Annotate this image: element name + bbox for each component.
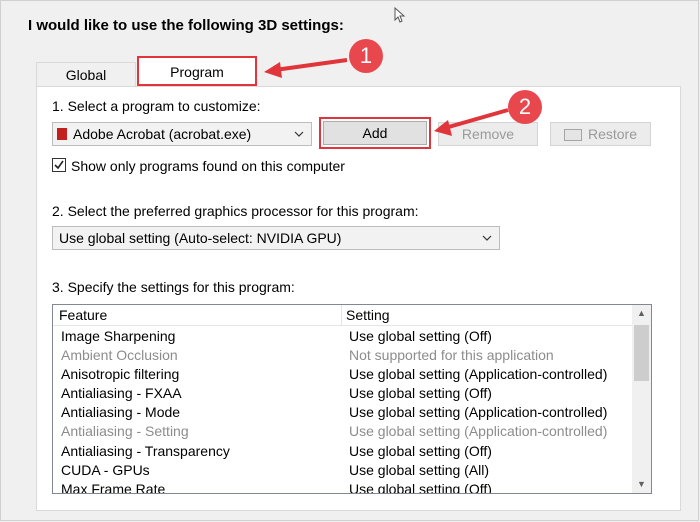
remove-button[interactable]: Remove: [438, 122, 538, 146]
feature-cell: CUDA - GPUs: [61, 462, 150, 478]
table-row[interactable]: CUDA - GPUs Use global setting (All): [53, 461, 633, 480]
feature-cell: Antialiasing - Transparency: [61, 443, 230, 459]
checkmark-icon: [53, 159, 65, 171]
tab-global-settings[interactable]: Global Settings: [36, 62, 136, 86]
scroll-up-arrow-icon[interactable]: ▲: [632, 305, 651, 322]
scrollbar-thumb[interactable]: [634, 325, 649, 381]
setting-cell: Use global setting (Off): [349, 385, 492, 401]
restore-button[interactable]: Restore: [550, 122, 651, 146]
annotation-badge-1: 1: [349, 39, 383, 73]
chevron-down-icon: [482, 235, 492, 241]
feature-cell: Antialiasing - Setting: [61, 423, 189, 439]
program-dropdown[interactable]: Adobe Acrobat (acrobat.exe): [52, 122, 312, 146]
table-row[interactable]: Ambient Occlusion Not supported for this…: [53, 346, 633, 365]
specify-settings-label: 3. Specify the settings for this program…: [52, 279, 295, 295]
setting-cell: Use global setting (Off): [349, 328, 492, 344]
show-only-programs-label: Show only programs found on this compute…: [71, 158, 345, 174]
setting-cell: Use global setting (Application-controll…: [349, 404, 607, 420]
nvidia-icon: [564, 129, 582, 141]
mouse-cursor-icon: [394, 7, 406, 23]
page-heading: I would like to use the following 3D set…: [28, 17, 344, 34]
table-row[interactable]: Anisotropic filtering Use global setting…: [53, 365, 633, 384]
setting-cell: Use global setting (All): [349, 462, 489, 478]
column-divider[interactable]: [341, 305, 342, 325]
setting-cell: Use global setting (Application-controll…: [349, 423, 607, 439]
gpu-dropdown-value: Use global setting (Auto-select: NVIDIA …: [59, 227, 341, 249]
select-gpu-label: 2. Select the preferred graphics process…: [52, 203, 419, 219]
setting-cell: Not supported for this application: [349, 347, 554, 363]
settings-list-header: Feature Setting: [53, 305, 633, 326]
setting-cell: Use global setting (Off): [349, 481, 492, 494]
program-dropdown-value: Adobe Acrobat (acrobat.exe): [73, 123, 251, 145]
select-program-label: 1. Select a program to customize:: [52, 98, 261, 114]
gpu-dropdown[interactable]: Use global setting (Auto-select: NVIDIA …: [52, 226, 500, 250]
chevron-down-icon: [294, 131, 304, 137]
table-row[interactable]: Max Frame Rate Use global setting (Off): [53, 480, 633, 494]
feature-cell: Max Frame Rate: [61, 481, 165, 494]
scroll-down-arrow-icon[interactable]: ▼: [632, 476, 651, 493]
column-header-feature[interactable]: Feature: [59, 307, 107, 323]
feature-cell: Ambient Occlusion: [61, 347, 178, 363]
table-row[interactable]: Antialiasing - Setting Use global settin…: [53, 422, 633, 441]
table-row[interactable]: Antialiasing - Mode Use global setting (…: [53, 403, 633, 422]
add-button[interactable]: Add: [323, 121, 427, 145]
annotation-badge-2: 2: [508, 90, 542, 124]
table-row[interactable]: Image Sharpening Use global setting (Off…: [53, 327, 633, 346]
pdf-icon: [57, 128, 67, 140]
feature-cell: Anisotropic filtering: [61, 366, 179, 382]
vertical-scrollbar[interactable]: ▲ ▼: [632, 305, 651, 493]
feature-cell: Antialiasing - Mode: [61, 404, 180, 420]
table-row[interactable]: Antialiasing - FXAA Use global setting (…: [53, 384, 633, 403]
tab-program-settings[interactable]: Program Settings: [137, 56, 257, 86]
settings-list[interactable]: Feature Setting Image Sharpening Use glo…: [52, 304, 652, 494]
column-header-setting[interactable]: Setting: [346, 307, 390, 323]
restore-button-label: Restore: [588, 126, 637, 142]
show-only-programs-checkbox[interactable]: [52, 158, 66, 172]
setting-cell: Use global setting (Application-controll…: [349, 366, 607, 382]
table-row[interactable]: Antialiasing - Transparency Use global s…: [53, 442, 633, 461]
setting-cell: Use global setting (Off): [349, 443, 492, 459]
feature-cell: Antialiasing - FXAA: [61, 385, 182, 401]
feature-cell: Image Sharpening: [61, 328, 175, 344]
